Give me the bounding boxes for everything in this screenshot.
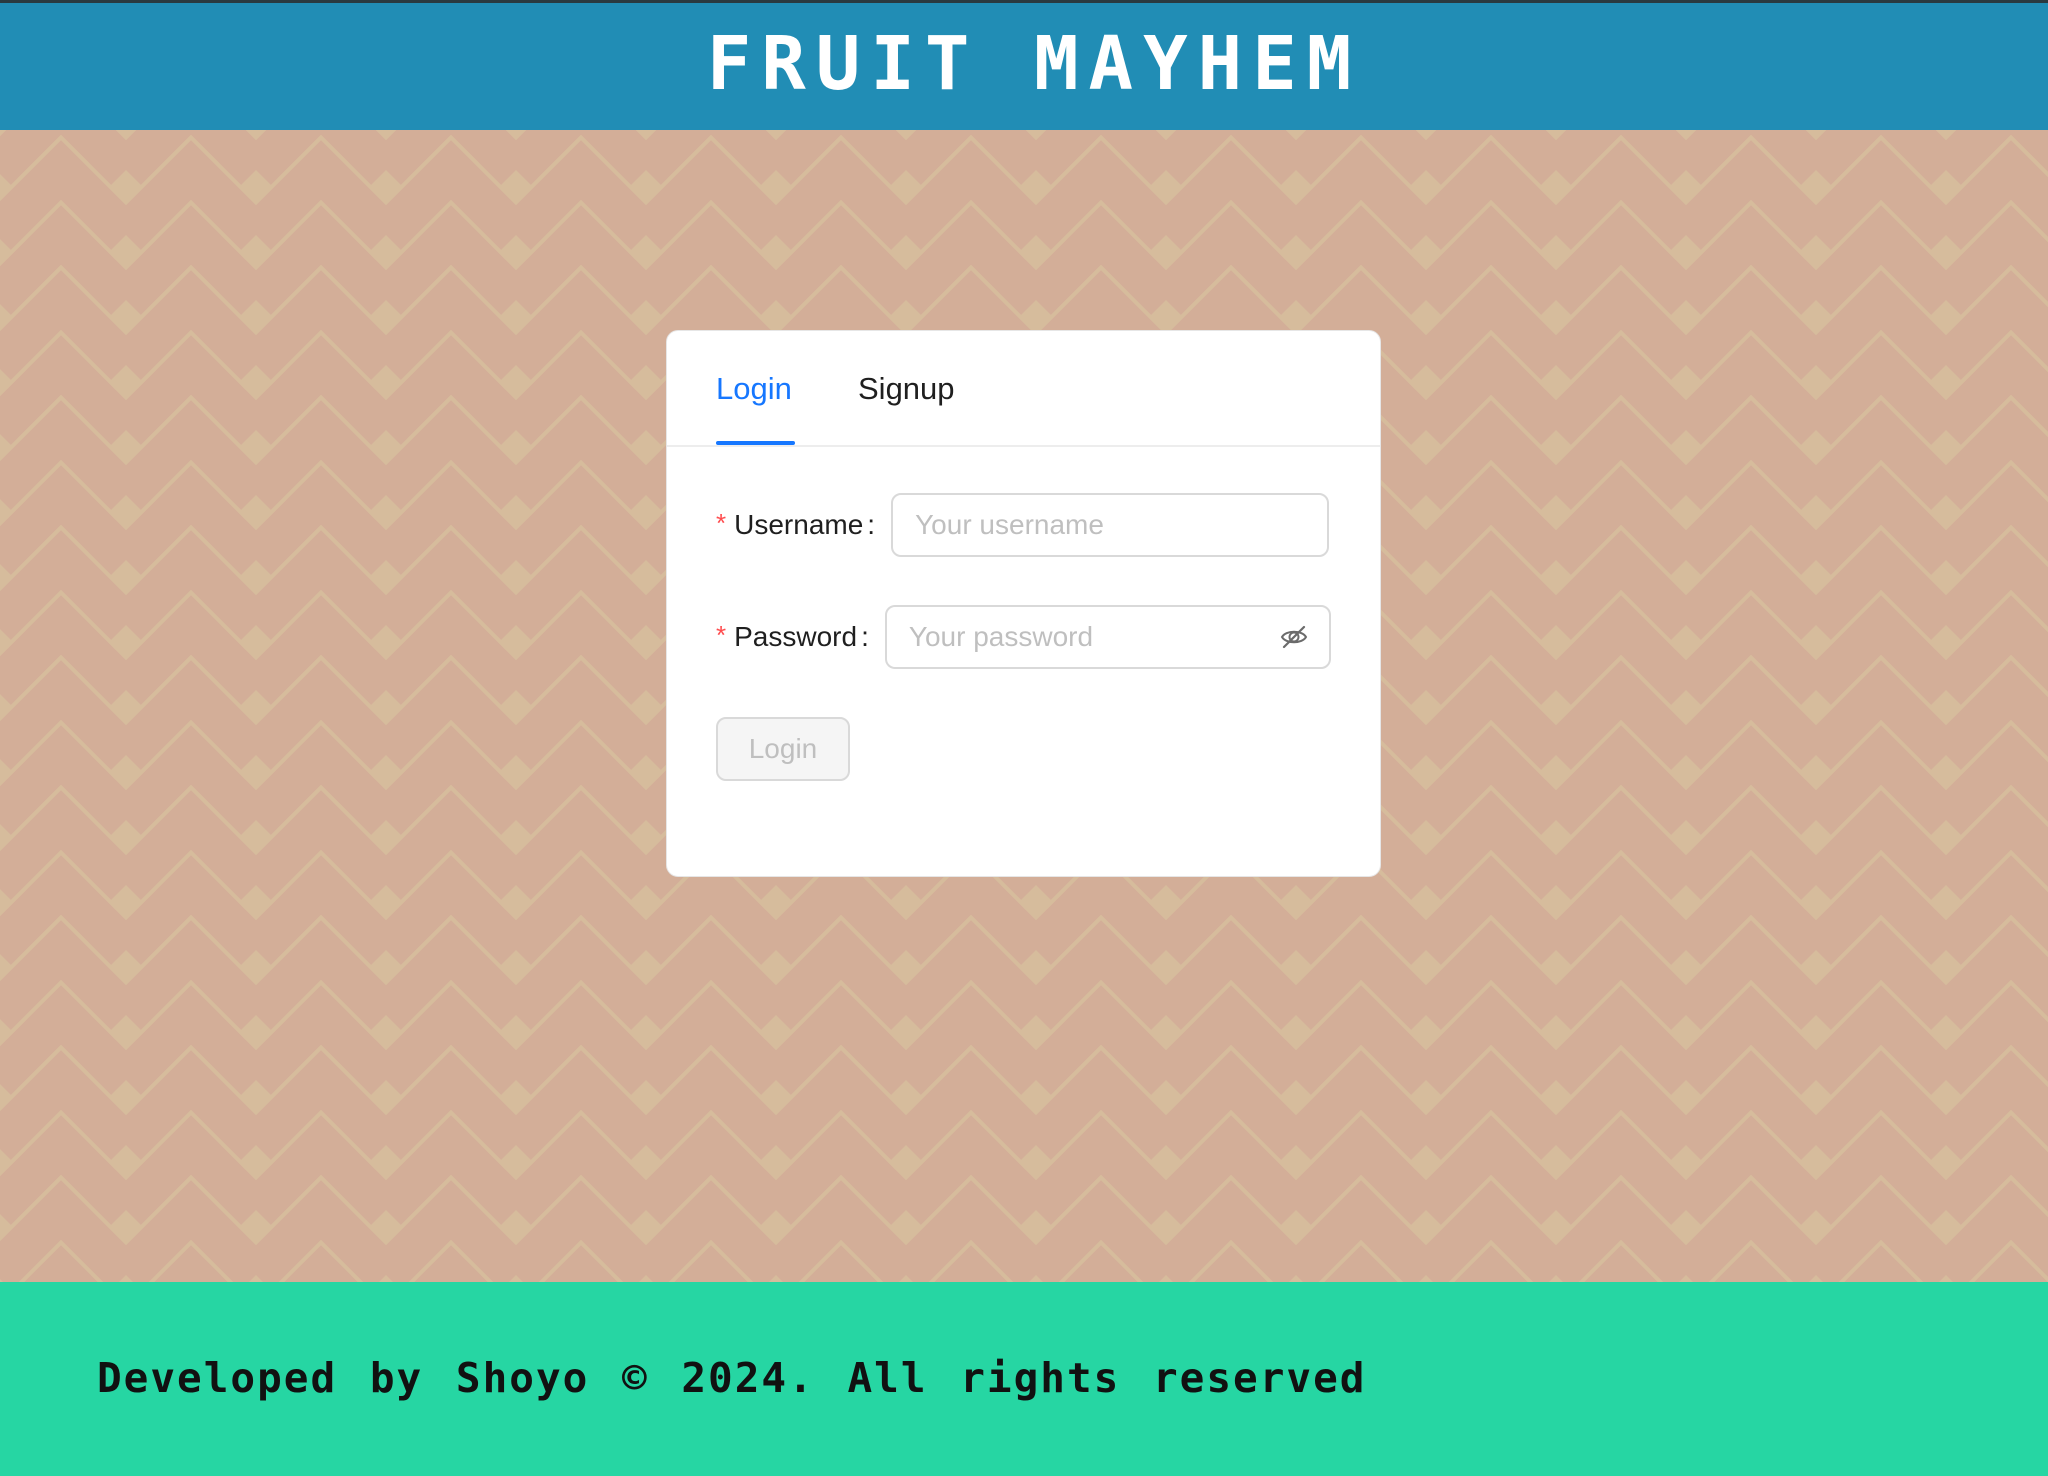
password-row: * Password : (716, 605, 1331, 669)
tab-login[interactable]: Login (716, 371, 792, 407)
password-required-mark: * (716, 619, 727, 650)
eye-invisible-icon[interactable] (1279, 622, 1309, 652)
username-required-mark: * (716, 507, 727, 538)
app-header: FRUIT MAYHEM (0, 0, 2048, 130)
password-label: Password (734, 621, 858, 652)
username-label-colon: : (867, 509, 876, 540)
username-label: Username (734, 509, 864, 540)
username-field[interactable] (891, 493, 1330, 557)
tab-signup[interactable]: Signup (858, 371, 955, 407)
username-input[interactable] (893, 495, 1328, 555)
auth-card: Login Signup * Username : * Password : L… (666, 330, 1381, 877)
login-button[interactable]: Login (716, 717, 850, 781)
password-field[interactable] (884, 605, 1331, 669)
app-footer: Developed by Shoyo © 2024. All rights re… (0, 1282, 2048, 1476)
auth-tabs: Login Signup (667, 331, 1380, 447)
app-title: FRUIT MAYHEM (706, 20, 1362, 107)
password-label-colon: : (861, 621, 869, 652)
password-input[interactable] (886, 607, 1329, 667)
active-tab-indicator (716, 441, 795, 445)
footer-copyright: Developed by Shoyo © 2024. All rights re… (97, 1354, 1367, 1402)
username-row: * Username : (716, 493, 1330, 557)
